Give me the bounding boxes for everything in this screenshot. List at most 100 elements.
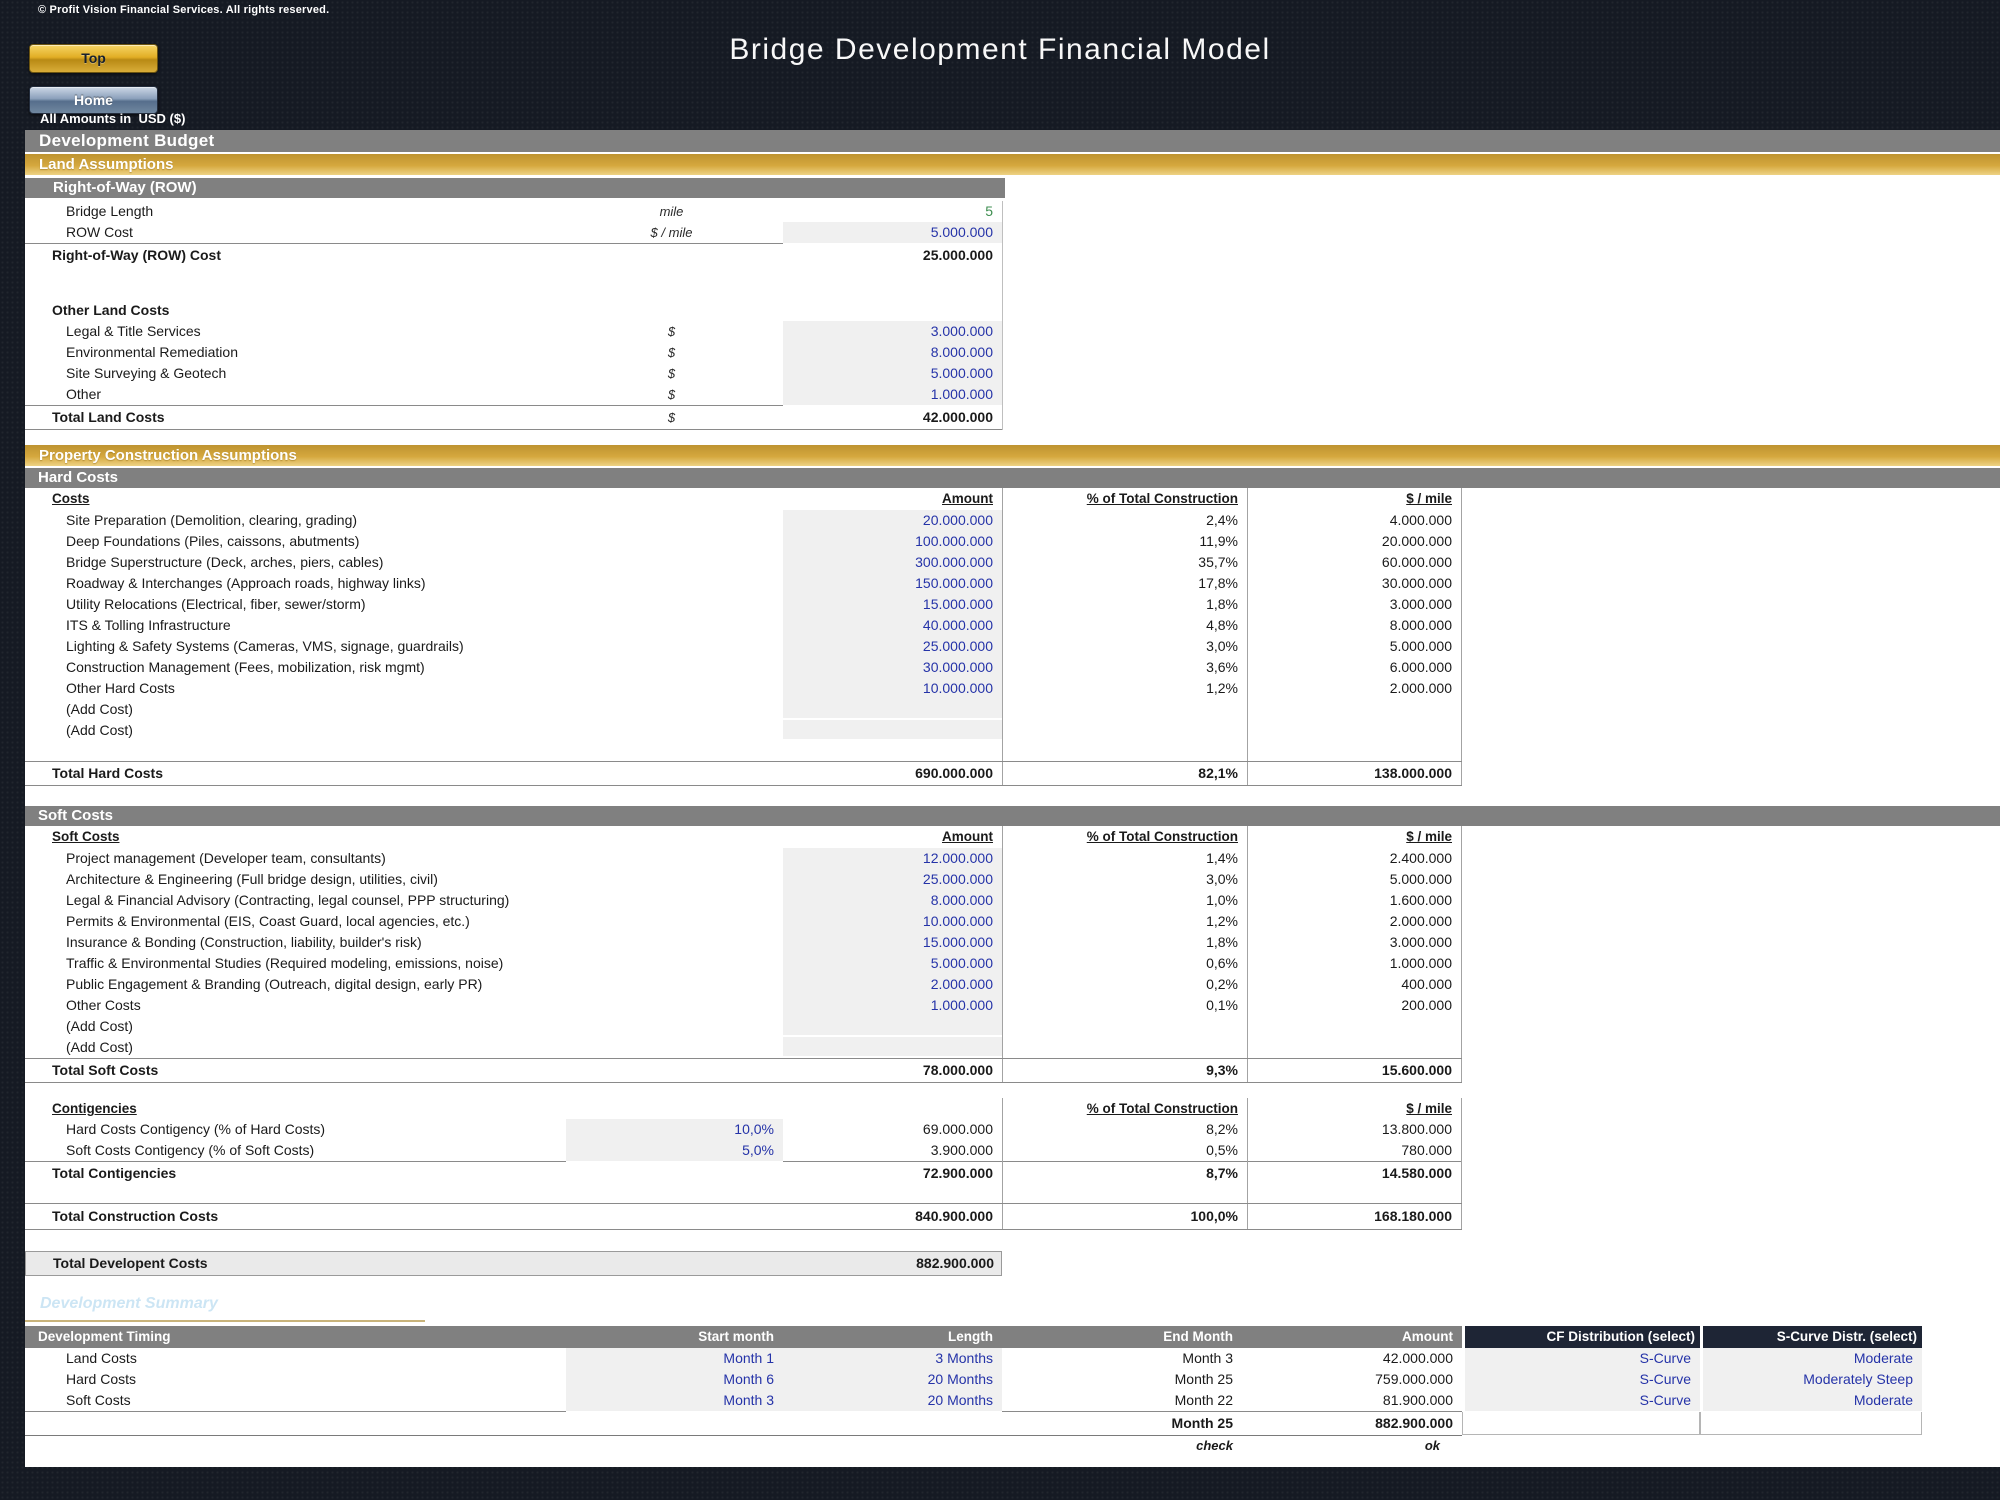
land-row-label: Bridge Length <box>25 201 560 222</box>
other-land-costs-header-row: Other Land Costs <box>25 300 1002 321</box>
per-mile-cell: 1.000.000 <box>1247 953 1462 976</box>
end-month-cell: Month 25 <box>1002 1369 1242 1392</box>
amount-input-cell[interactable]: 8.000.000 <box>783 890 1002 913</box>
s-curve-distr-select-cell[interactable]: Moderate <box>1700 1348 1922 1371</box>
amount-input-cell[interactable]: 15.000.000 <box>783 932 1002 955</box>
cost-row: Architecture & Engineering (Full bridge … <box>25 869 1462 890</box>
land-row: Site Surveying & Geotech $ 5.000.000 <box>25 363 1002 384</box>
row-cost-total-value: 25.000.000 <box>783 244 1002 267</box>
row-cost-total-row: Right-of-Way (ROW) Cost 25.000.000 <box>25 243 1002 267</box>
contingency-rate-cell[interactable]: 10,0% <box>566 1119 783 1142</box>
pct-cell <box>1002 1016 1247 1037</box>
timing-total-end-month: Month 25 <box>1002 1412 1242 1435</box>
per-mile-cell: 30.000.000 <box>1247 573 1462 596</box>
amount-input-cell[interactable]: 30.000.000 <box>783 657 1002 680</box>
start-month-input-cell[interactable]: Month 1 <box>566 1348 783 1371</box>
amount-input-cell[interactable]: 2.000.000 <box>783 974 1002 997</box>
land-row-value-cell[interactable]: 5.000.000 <box>783 222 1002 245</box>
total-land-costs-label: Total Land Costs <box>25 406 560 429</box>
amount-input-cell[interactable]: 10.000.000 <box>783 678 1002 701</box>
hard-cost-rows: Site Preparation (Demolition, clearing, … <box>25 510 2000 741</box>
amount-input-cell[interactable]: 5.000.000 <box>783 953 1002 976</box>
land-row-label: Other <box>25 384 560 407</box>
contingencies-header: Contigencies <box>52 1101 137 1116</box>
start-month-input-cell[interactable]: Month 6 <box>566 1369 783 1392</box>
length-input-cell[interactable]: 20 Months <box>783 1390 1002 1413</box>
cost-row-label: Deep Foundations (Piles, caissons, abutm… <box>25 531 783 554</box>
timing-amount-cell: 759.000.000 <box>1242 1369 1462 1392</box>
amount-input-cell[interactable]: 40.000.000 <box>783 615 1002 638</box>
total-development-costs-row: Total Developent Costs 882.900.000 <box>25 1251 1002 1276</box>
costs-header: Costs <box>52 491 90 506</box>
pct-cell: 35,7% <box>1002 552 1247 575</box>
soft-costs-bar: Soft Costs <box>25 806 2000 826</box>
per-mile-cell: 1.600.000 <box>1247 890 1462 913</box>
cf-distribution-select-cell[interactable]: S-Curve <box>1462 1390 1700 1413</box>
amount-input-cell[interactable] <box>783 1037 1002 1058</box>
other-land-costs-label: Other Land Costs <box>25 300 560 321</box>
land-row-value-cell[interactable]: 3.000.000 <box>783 321 1002 344</box>
pct-cell: 8,2% <box>1002 1119 1247 1142</box>
land-row-label: ROW Cost <box>25 222 560 245</box>
total-land-costs-unit: $ <box>560 406 783 429</box>
pct-cell: 3,0% <box>1002 636 1247 659</box>
cost-row-label: Roadway & Interchanges (Approach roads, … <box>25 573 783 596</box>
amount-input-cell[interactable]: 100.000.000 <box>783 531 1002 554</box>
home-button[interactable]: Home <box>29 86 158 114</box>
land-row-value-cell[interactable]: 1.000.000 <box>783 384 1002 407</box>
cost-row: Other Hard Costs 10.000.000 1,2% 2.000.0… <box>25 678 1462 699</box>
amount-input-cell[interactable]: 10.000.000 <box>783 911 1002 934</box>
cost-row-label: Architecture & Engineering (Full bridge … <box>25 869 783 892</box>
total-land-costs-row: Total Land Costs $ 42.000.000 <box>25 405 1002 430</box>
amount-header: Amount <box>942 491 993 506</box>
amount-input-cell[interactable]: 300.000.000 <box>783 552 1002 575</box>
timing-total-row: Month 25 882.900.000 <box>25 1411 1922 1435</box>
pct-cell: 1,8% <box>1002 594 1247 617</box>
contingency-row: Soft Costs Contigency (% of Soft Costs) … <box>25 1140 1462 1161</box>
page-title: Bridge Development Financial Model <box>0 33 2000 67</box>
land-assumptions-bar: Land Assumptions <box>25 154 2000 175</box>
per-mile-cell: 200.000 <box>1247 995 1462 1018</box>
check-row: check ok <box>25 1436 1462 1456</box>
amount-input-cell[interactable] <box>783 699 1002 720</box>
land-row-value-cell[interactable]: 8.000.000 <box>783 342 1002 365</box>
cf-distribution-select-cell[interactable]: S-Curve <box>1462 1369 1700 1392</box>
per-mile-cell: 780.000 <box>1247 1140 1462 1163</box>
land-row-unit: $ / mile <box>560 222 783 245</box>
timing-row: Land Costs Month 1 3 Months Month 3 42.0… <box>25 1348 1922 1369</box>
cost-row-label: (Add Cost) <box>25 720 783 741</box>
amount-input-cell[interactable]: 25.000.000 <box>783 636 1002 659</box>
amount-input-cell[interactable]: 150.000.000 <box>783 573 1002 596</box>
s-curve-distr-select-cell[interactable]: Moderately Steep <box>1700 1369 1922 1392</box>
amount-input-cell[interactable]: 15.000.000 <box>783 594 1002 617</box>
per-mile-cell: 2.000.000 <box>1247 678 1462 701</box>
cost-row-label: ITS & Tolling Infrastructure <box>25 615 783 638</box>
land-row: Legal & Title Services $ 3.000.000 <box>25 321 1002 342</box>
total-development-costs-value: 882.900.000 <box>744 1252 1003 1275</box>
amount-input-cell[interactable]: 12.000.000 <box>783 848 1002 871</box>
hard-costs-header-row: Costs Amount % of Total Construction $ /… <box>25 488 1462 510</box>
contingency-rate-cell[interactable]: 5,0% <box>566 1140 783 1163</box>
land-row-value-cell[interactable]: 5.000.000 <box>783 363 1002 386</box>
amount-input-cell[interactable] <box>783 720 1002 741</box>
s-curve-distr-header: S-Curve Distr. (select) <box>1700 1326 1922 1348</box>
amount-input-cell[interactable]: 25.000.000 <box>783 869 1002 892</box>
cf-distribution-select-cell[interactable]: S-Curve <box>1462 1348 1700 1371</box>
start-month-input-cell[interactable]: Month 3 <box>566 1390 783 1413</box>
length-input-cell[interactable]: 3 Months <box>783 1348 1002 1371</box>
cost-row: Other Costs 1.000.000 0,1% 200.000 <box>25 995 1462 1016</box>
cost-row-label: Bridge Superstructure (Deck, arches, pie… <box>25 552 783 575</box>
other-land-rows: Legal & Title Services $ 3.000.000 Envir… <box>25 321 1002 405</box>
amount-input-cell[interactable]: 20.000.000 <box>783 510 1002 533</box>
contingencies-header-row: Contigencies % of Total Construction $ /… <box>25 1098 1462 1119</box>
per-mile-header: $ / mile <box>1406 491 1452 506</box>
amount-input-cell[interactable] <box>783 1016 1002 1037</box>
land-assumptions-table: Bridge Length mile 5 ROW Cost $ / mile 5… <box>25 201 1003 430</box>
s-curve-distr-select-cell[interactable]: Moderate <box>1700 1390 1922 1413</box>
end-month-header: End Month <box>1002 1326 1242 1348</box>
per-mile-cell: 5.000.000 <box>1247 636 1462 659</box>
length-header: Length <box>783 1326 1002 1348</box>
pct-cell: 17,8% <box>1002 573 1247 596</box>
amount-input-cell[interactable]: 1.000.000 <box>783 995 1002 1018</box>
length-input-cell[interactable]: 20 Months <box>783 1369 1002 1392</box>
